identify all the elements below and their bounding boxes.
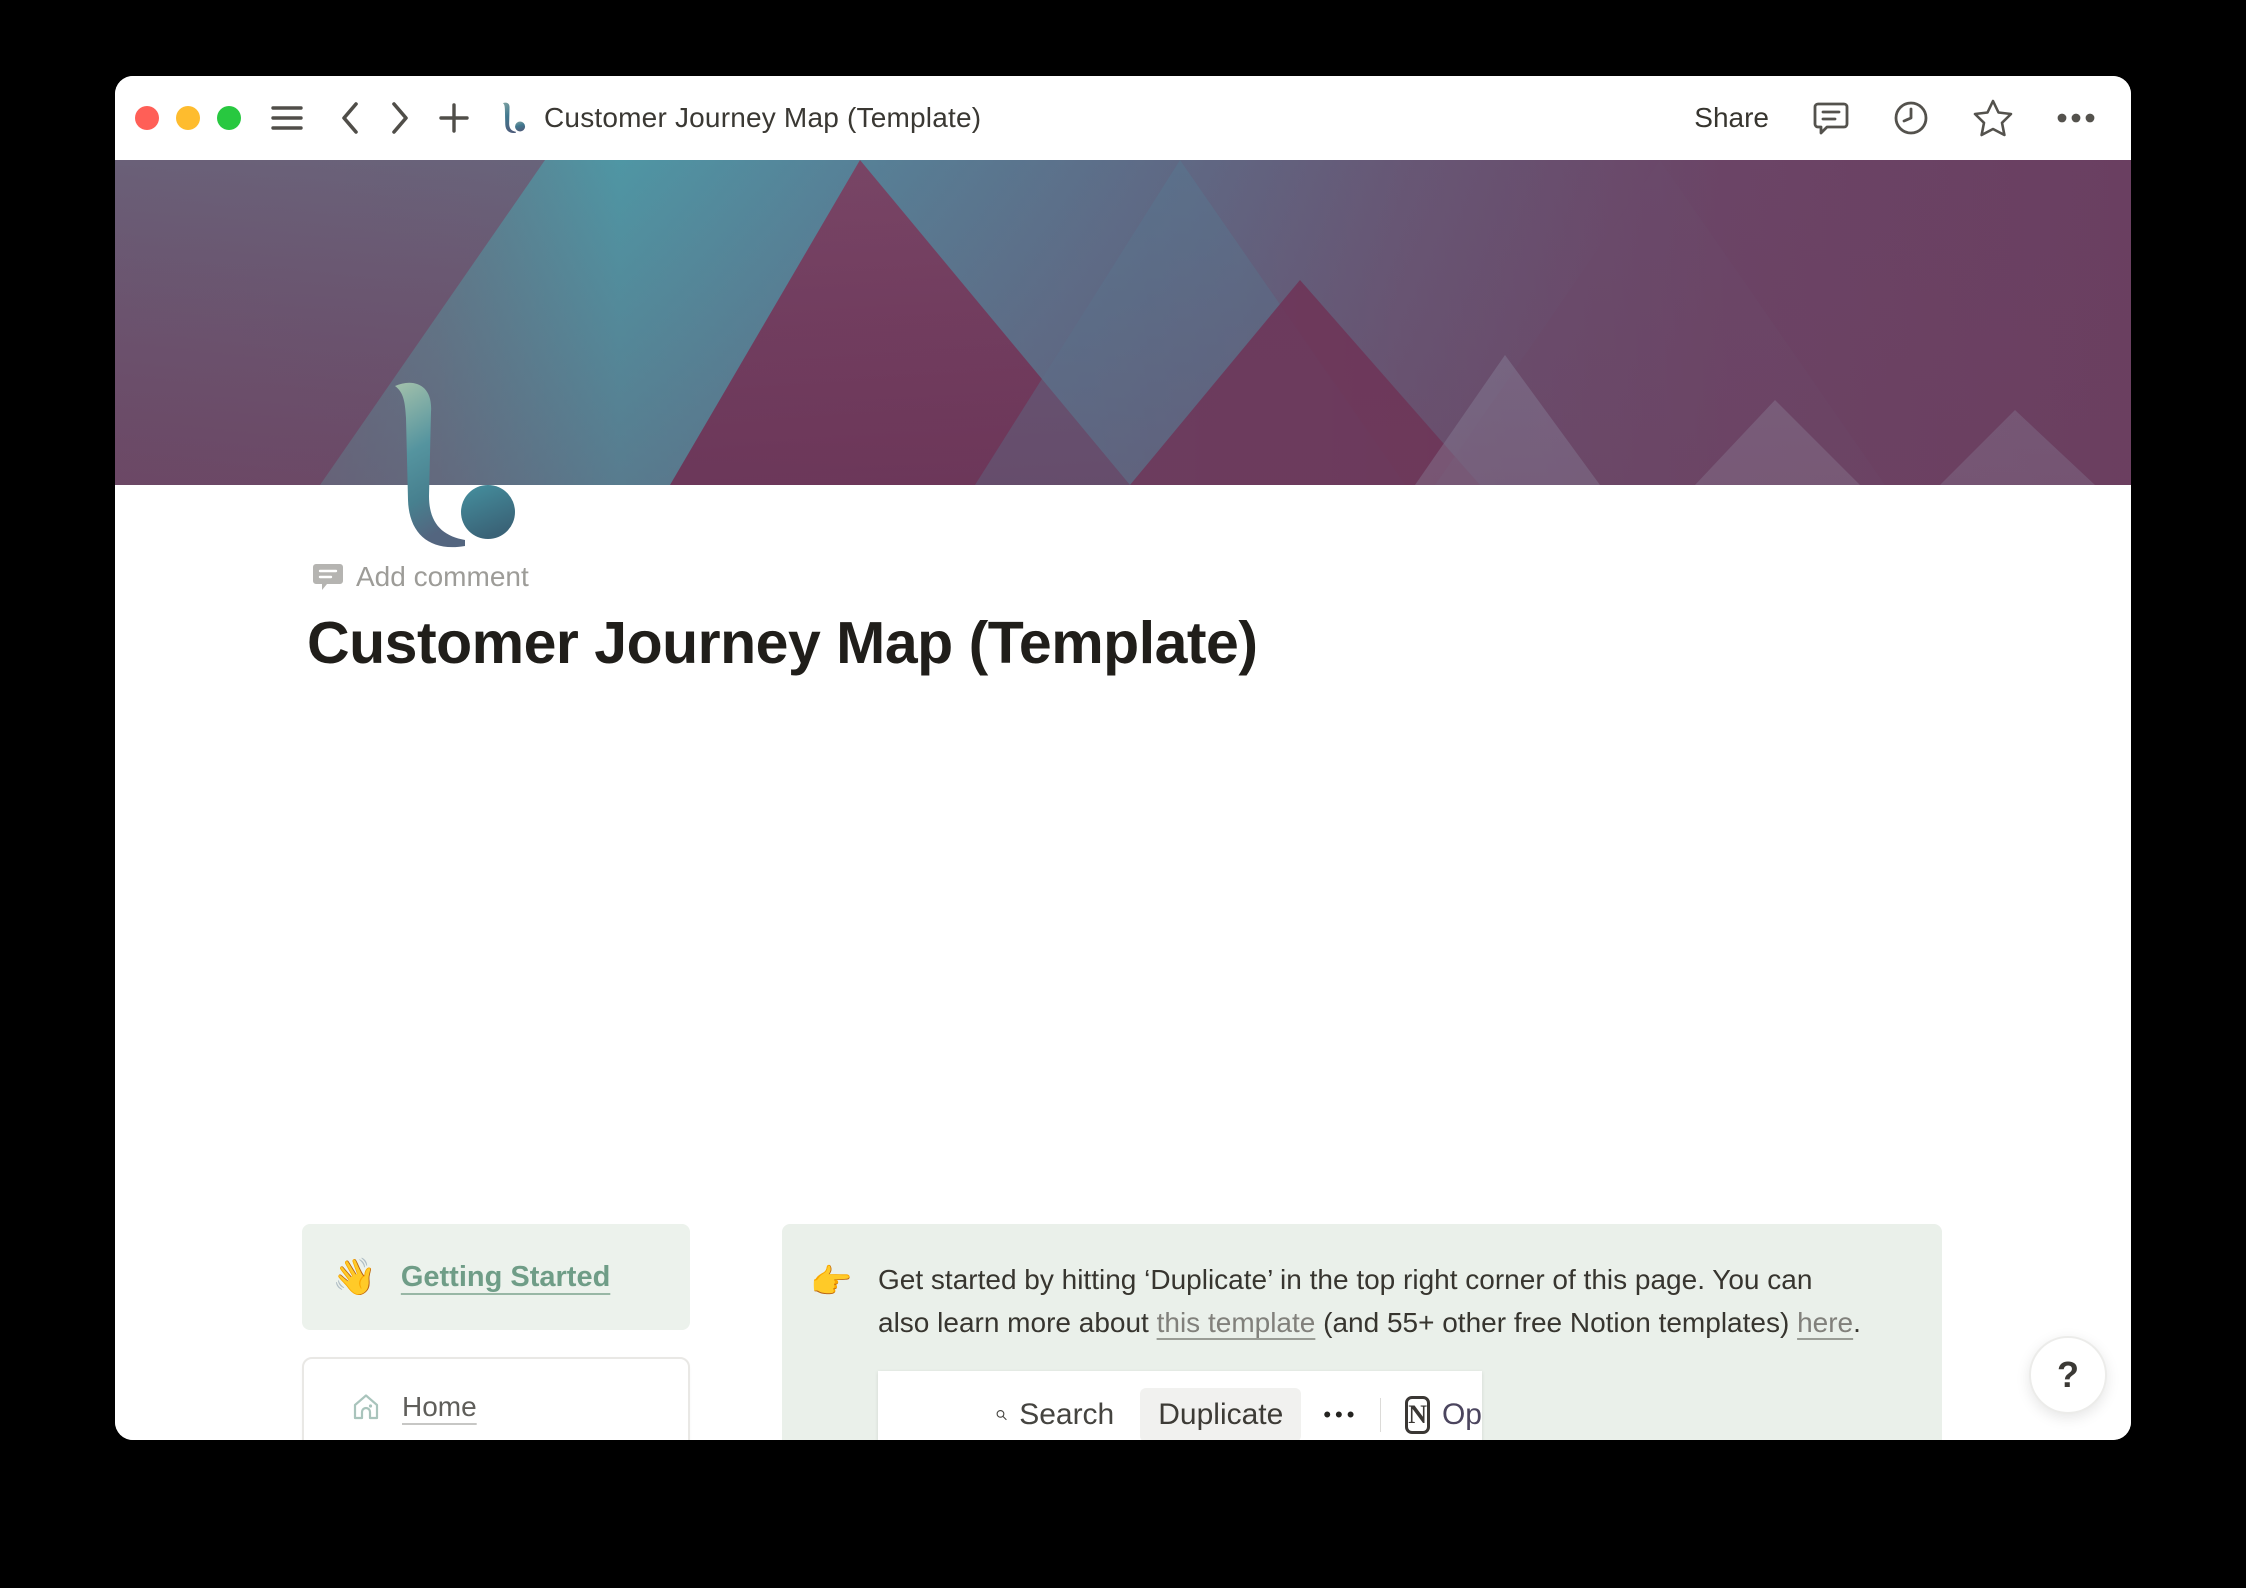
embed-divider (1380, 1398, 1382, 1432)
page-title[interactable]: Customer Journey Map (Template) (307, 609, 1258, 677)
search-icon (996, 1409, 1007, 1421)
minimize-window-button[interactable] (176, 106, 200, 130)
forward-button[interactable] (391, 102, 409, 134)
sidebar-menu-button[interactable] (271, 105, 303, 131)
history-clock-icon[interactable] (1893, 100, 1929, 136)
nav-link-home[interactable]: Home (304, 1385, 688, 1429)
page-favicon-logo (501, 101, 526, 135)
this-template-link[interactable]: this template (1157, 1307, 1316, 1338)
more-options-icon[interactable] (2057, 113, 2095, 123)
add-comment-label: Add comment (356, 561, 529, 592)
navigation-card: Home 🪜 Stages 🙂 Personas 🔚 Actions ... 🪄 (302, 1357, 690, 1440)
embed-open-label: Op (1441, 1398, 1482, 1431)
home-link-label: Home (402, 1391, 477, 1422)
page-content: Add comment Customer Journey Map (Templa… (115, 485, 2131, 1440)
comment-bubble-icon (313, 564, 343, 590)
notion-logo-icon: N (1405, 1396, 1430, 1434)
home-icon (353, 1394, 379, 1420)
zoom-window-button[interactable] (217, 106, 241, 130)
here-link[interactable]: here (1797, 1307, 1853, 1338)
getting-started-link[interactable]: Getting Started (401, 1261, 610, 1294)
comments-icon[interactable] (1813, 100, 1849, 136)
favorite-star-icon[interactable] (1973, 99, 2013, 137)
add-comment-button[interactable]: Add comment (313, 561, 529, 593)
duplicate-instruction-image: Search Duplicate ••• N Op (878, 1371, 1482, 1440)
help-button[interactable]: ? (2029, 1336, 2107, 1414)
window-title: Customer Journey Map (Template) (544, 102, 982, 133)
embed-search-label: Search (1019, 1398, 1115, 1431)
app-window: Customer Journey Map (Template) Share Ad… (115, 76, 2131, 1440)
wave-emoji: 👋 (332, 1256, 377, 1297)
titlebar: Customer Journey Map (Template) Share (115, 76, 2131, 160)
getting-started-callout: 👋 Getting Started (302, 1224, 690, 1330)
embed-duplicate-button: Duplicate (1140, 1388, 1302, 1440)
back-button[interactable] (341, 102, 359, 134)
duplicate-callout: 👉 Get started by hitting ‘Duplicate’ in … (782, 1224, 1942, 1440)
page-icon-logo (385, 376, 520, 556)
callout-text: Get started by hitting ‘Duplicate’ in th… (878, 1264, 1861, 1338)
share-button[interactable]: Share (1694, 102, 1769, 134)
embed-more-dots: ••• (1323, 1402, 1359, 1427)
point-right-emoji: 👉 (810, 1263, 853, 1301)
new-tab-button[interactable] (439, 103, 469, 133)
close-window-button[interactable] (135, 106, 159, 130)
